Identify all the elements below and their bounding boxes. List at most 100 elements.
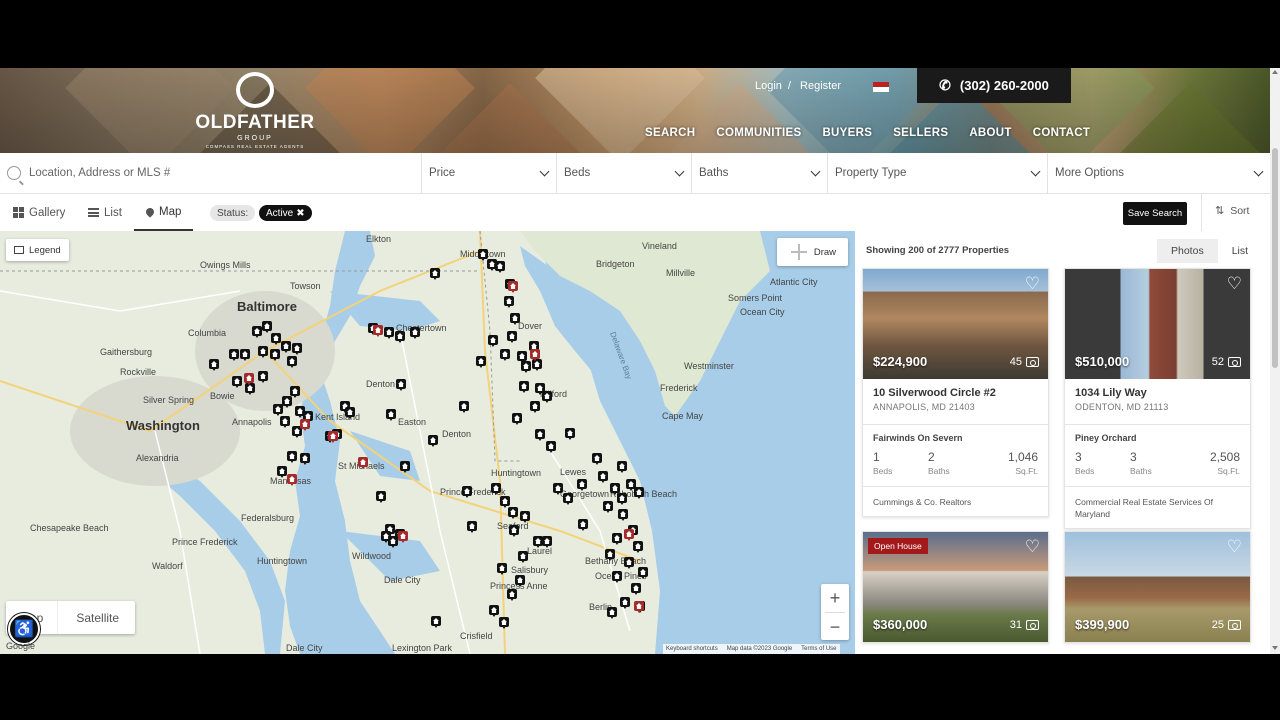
listing-marker[interactable]: [280, 416, 290, 428]
listing-marker[interactable]: [565, 428, 575, 440]
listing-marker[interactable]: [499, 617, 509, 629]
page-scrollbar[interactable]: [1270, 68, 1280, 654]
listing-marker[interactable]: [634, 601, 644, 613]
terms-link[interactable]: Terms of Use: [801, 646, 836, 652]
property-type-dropdown[interactable]: Property Type: [828, 153, 1048, 193]
photos-toggle[interactable]: Photos: [1157, 239, 1218, 263]
listing-marker[interactable]: [270, 349, 280, 361]
listing-marker[interactable]: [381, 531, 391, 543]
beds-dropdown[interactable]: Beds: [557, 153, 692, 193]
listing-marker[interactable]: [515, 575, 525, 587]
listing-marker[interactable]: [578, 519, 588, 531]
more-options-dropdown[interactable]: More Options: [1048, 153, 1270, 193]
listing-marker[interactable]: [476, 356, 486, 368]
listing-marker[interactable]: [430, 268, 440, 280]
heart-icon[interactable]: ♡: [1227, 275, 1242, 292]
heart-icon[interactable]: ♡: [1025, 538, 1040, 555]
listing-marker[interactable]: [282, 396, 292, 408]
listing-marker[interactable]: [273, 404, 283, 416]
listing-marker[interactable]: [262, 321, 272, 333]
listing-marker[interactable]: [535, 429, 545, 441]
listing-marker[interactable]: [428, 435, 438, 447]
listing-marker[interactable]: [520, 511, 530, 523]
tab-map[interactable]: Map: [134, 194, 194, 231]
listing-address[interactable]: 10 Silverwood Circle #2: [863, 379, 1048, 399]
zoom-in-button[interactable]: +: [821, 584, 849, 612]
listing-marker[interactable]: [605, 549, 615, 561]
listing-marker[interactable]: [617, 493, 627, 505]
register-link[interactable]: Register: [800, 80, 841, 92]
location-search-input[interactable]: [29, 167, 409, 179]
nav-contact[interactable]: CONTACT: [1033, 127, 1090, 139]
listing-marker[interactable]: [328, 431, 338, 443]
listing-marker[interactable]: [624, 557, 634, 569]
listing-marker[interactable]: [467, 521, 477, 533]
listing-marker[interactable]: [258, 346, 268, 358]
listing-marker[interactable]: [459, 401, 469, 413]
listing-marker[interactable]: [542, 536, 552, 548]
listing-marker[interactable]: [521, 361, 531, 373]
listing-marker[interactable]: [512, 413, 522, 425]
listing-marker[interactable]: [546, 441, 556, 453]
listing-marker[interactable]: [607, 607, 617, 619]
listing-marker[interactable]: [633, 541, 643, 553]
listing-marker[interactable]: [373, 325, 383, 337]
listing-marker[interactable]: [229, 349, 239, 361]
listing-marker[interactable]: [510, 313, 520, 325]
baths-dropdown[interactable]: Baths: [692, 153, 828, 193]
nav-buyers[interactable]: BUYERS: [822, 127, 872, 139]
save-search-button[interactable]: Save Search: [1123, 202, 1187, 225]
listing-marker[interactable]: [400, 461, 410, 473]
listing-marker[interactable]: [396, 379, 406, 391]
listing-marker[interactable]: [244, 373, 254, 385]
listing-marker[interactable]: [489, 605, 499, 617]
listing-marker[interactable]: [487, 259, 497, 271]
phone-button[interactable]: ✆ (302) 260-2000: [917, 68, 1071, 103]
scroll-down-icon[interactable]: [1272, 646, 1278, 650]
nav-communities[interactable]: COMMUNITIES: [716, 127, 801, 139]
zoom-out-button[interactable]: −: [821, 613, 849, 641]
listing-marker[interactable]: [618, 509, 628, 521]
listing-marker[interactable]: [620, 597, 630, 609]
listing-marker[interactable]: [271, 333, 281, 345]
listing-marker[interactable]: [530, 401, 540, 413]
listing-marker[interactable]: [395, 331, 405, 343]
listing-marker[interactable]: [624, 529, 634, 541]
listing-marker[interactable]: [277, 466, 287, 478]
listing-marker[interactable]: [617, 461, 627, 473]
listing-marker[interactable]: [638, 567, 648, 579]
heart-icon[interactable]: ♡: [1227, 538, 1242, 555]
logo[interactable]: OLDFATHER GROUP COMPASS REAL ESTATE AGEN…: [195, 72, 315, 150]
listing-marker[interactable]: [209, 359, 219, 371]
listing-marker[interactable]: [603, 501, 613, 513]
listing-marker[interactable]: [358, 457, 368, 469]
listing-marker[interactable]: [508, 507, 518, 519]
listing-card[interactable]: ♡ $224,900 45 10 Silverwood Circle #2 AN…: [862, 268, 1049, 517]
listing-marker[interactable]: [542, 391, 552, 403]
listing-marker[interactable]: [507, 331, 517, 343]
listing-marker[interactable]: [287, 451, 297, 463]
login-link[interactable]: Login: [755, 80, 782, 92]
listing-marker[interactable]: [410, 327, 420, 339]
listing-marker[interactable]: [504, 296, 514, 308]
tab-gallery[interactable]: Gallery: [13, 194, 65, 231]
listing-marker[interactable]: [519, 381, 529, 393]
sort-button[interactable]: ⇅ Sort: [1215, 204, 1249, 218]
nav-sellers[interactable]: SELLERS: [893, 127, 948, 139]
legend-button[interactable]: Legend: [6, 239, 69, 261]
listing-marker[interactable]: [300, 453, 310, 465]
listing-marker[interactable]: [376, 491, 386, 503]
listing-marker[interactable]: [553, 483, 563, 495]
listing-marker[interactable]: [287, 474, 297, 486]
listing-marker[interactable]: [345, 407, 355, 419]
listing-photo[interactable]: ♡ $510,000 52: [1065, 269, 1250, 379]
listing-marker[interactable]: [634, 487, 644, 499]
listing-marker[interactable]: [509, 525, 519, 537]
keyboard-shortcuts-link[interactable]: Keyboard shortcuts: [666, 646, 718, 652]
status-active-chip[interactable]: Active ✖: [259, 205, 312, 221]
listing-marker[interactable]: [386, 409, 396, 421]
listing-marker[interactable]: [300, 419, 310, 431]
listing-marker[interactable]: [631, 583, 641, 595]
listing-marker[interactable]: [612, 533, 622, 545]
listing-marker[interactable]: [232, 376, 242, 388]
